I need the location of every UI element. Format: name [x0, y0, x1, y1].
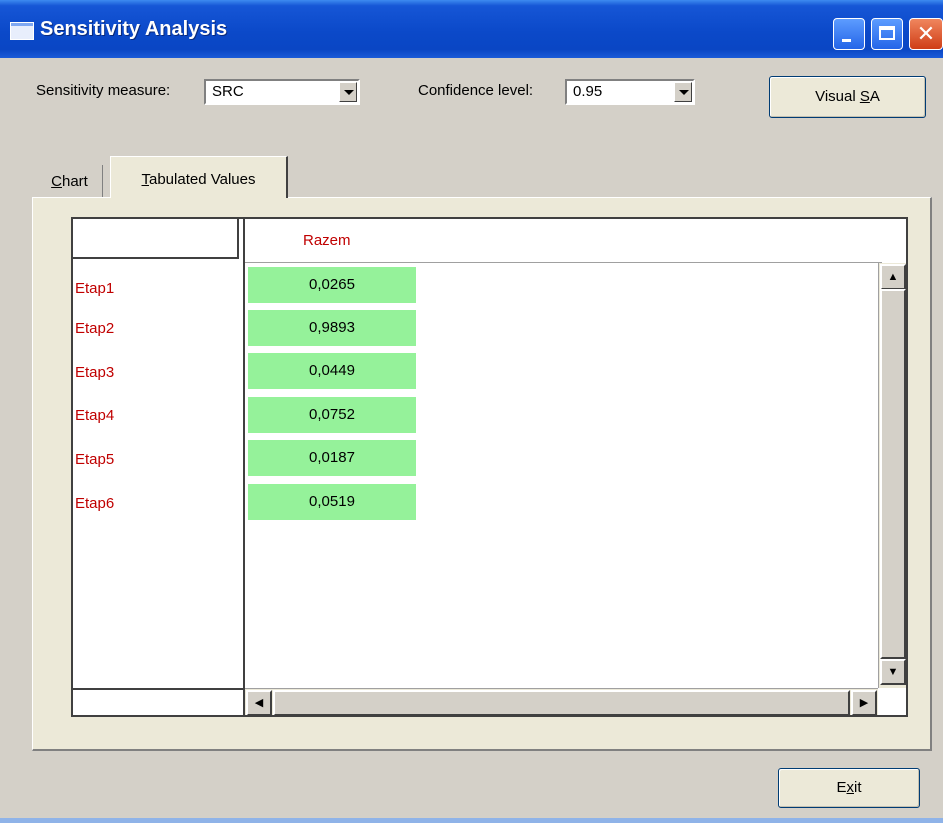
app-window-icon	[10, 22, 34, 40]
visual-sa-label-mnemonic: S	[859, 88, 870, 105]
row-label: Etap1	[75, 280, 115, 297]
vertical-scrollbar[interactable]: ▲ ▼	[878, 263, 906, 688]
scroll-right-icon[interactable]: ▶	[851, 690, 877, 715]
tab-tabulated-label: abulated Values	[149, 171, 256, 188]
scroll-down-icon[interactable]: ▼	[880, 659, 906, 685]
results-grid[interactable]: Razem Etap1 0,0265 Etap2 0,9893 Etap3 0,…	[71, 217, 908, 717]
vertical-scroll-thumb[interactable]	[880, 289, 906, 659]
table-cell[interactable]: 0,0519	[248, 484, 416, 520]
close-icon: ✕	[916, 21, 936, 46]
scroll-left-icon[interactable]: ◀	[246, 690, 272, 715]
confidence-level-value: 0.95	[573, 83, 603, 100]
table-cell[interactable]: 0,0265	[248, 267, 416, 303]
sensitivity-analysis-window: Sensitivity Analysis ✕ Sensitivity measu…	[0, 0, 943, 823]
exit-button[interactable]: Exit	[778, 768, 920, 808]
sensitivity-measure-select[interactable]: SRC	[204, 79, 360, 105]
sensitivity-measure-label: Sensitivity measure:	[36, 82, 171, 99]
scroll-up-icon[interactable]: ▲	[880, 264, 906, 290]
horizontal-scroll-thumb[interactable]	[273, 690, 850, 715]
row-label: Etap2	[75, 320, 115, 337]
confidence-level-label: Confidence level:	[418, 82, 534, 99]
tab-chart[interactable]: Chart	[37, 165, 103, 197]
tab-tabulated-values[interactable]: Tabulated Values	[110, 156, 288, 198]
close-button[interactable]: ✕	[909, 18, 943, 50]
table-cell[interactable]: 0,0449	[248, 353, 416, 389]
minimize-icon	[842, 39, 851, 42]
maximize-icon	[879, 26, 895, 40]
row-label: Etap6	[75, 495, 115, 512]
grid-footer-cell	[73, 688, 243, 715]
table-cell[interactable]: 0,0752	[248, 397, 416, 433]
sensitivity-measure-value: SRC	[212, 83, 244, 100]
column-header-razem[interactable]: Razem	[243, 219, 882, 263]
row-label: Etap5	[75, 451, 115, 468]
table-cell[interactable]: 0,0187	[248, 440, 416, 476]
tab-tabulated-mnemonic: T	[141, 171, 150, 188]
exit-label-mnemonic: x	[846, 779, 855, 796]
exit-label-suffix: it	[854, 779, 862, 796]
confidence-level-select[interactable]: 0.95	[565, 79, 695, 105]
table-cell[interactable]: 0,9893	[248, 310, 416, 346]
column-header-label: Razem	[303, 232, 351, 249]
visual-sa-label-prefix: Visual	[815, 88, 860, 105]
visual-sa-label-suffix: A	[869, 88, 880, 105]
horizontal-scrollbar[interactable]: ◀ ▶	[245, 688, 878, 715]
visual-sa-button[interactable]: Visual SA	[769, 76, 926, 118]
dropdown-arrow-icon[interactable]	[339, 82, 357, 102]
exit-label-prefix: E	[836, 779, 847, 796]
title-bar[interactable]: Sensitivity Analysis ✕	[0, 0, 943, 58]
row-label: Etap4	[75, 407, 115, 424]
row-label: Etap3	[75, 364, 115, 381]
window-bottom-edge	[0, 818, 943, 823]
minimize-button[interactable]	[833, 18, 865, 50]
grid-corner-cell	[73, 219, 239, 259]
tab-chart-mnemonic: C	[51, 173, 62, 190]
maximize-button[interactable]	[871, 18, 903, 50]
row-header-divider	[243, 219, 245, 715]
window-title: Sensitivity Analysis	[40, 18, 228, 40]
tab-chart-label: hart	[61, 173, 88, 190]
dropdown-arrow-icon[interactable]	[674, 82, 692, 102]
